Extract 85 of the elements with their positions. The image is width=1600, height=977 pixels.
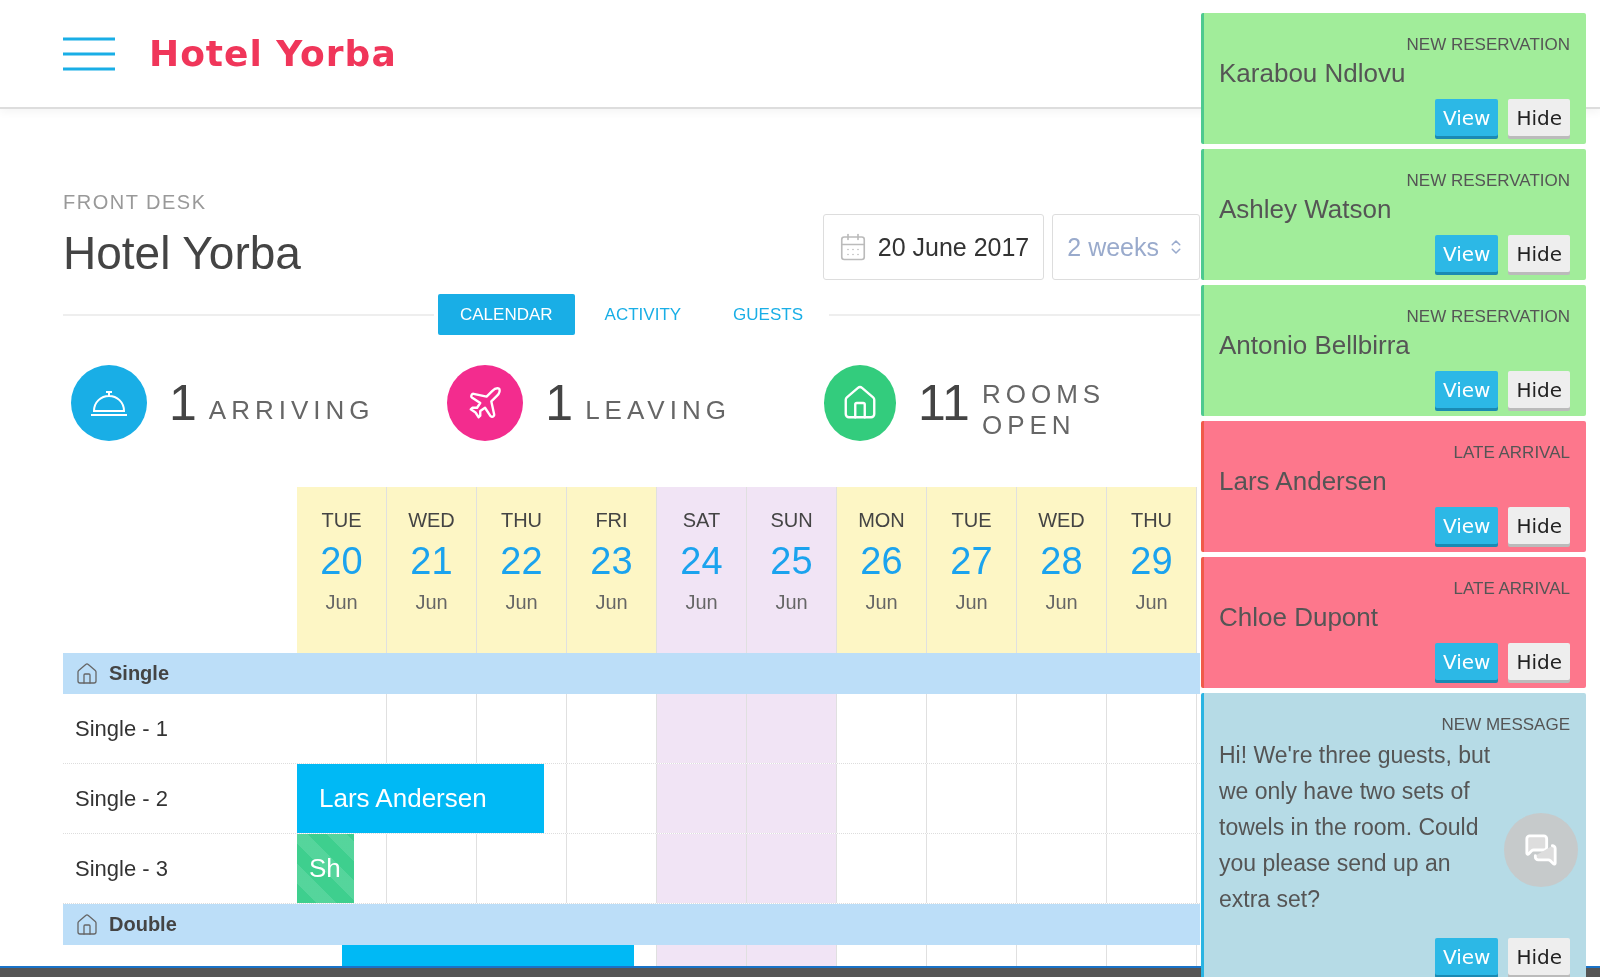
day-number: 23 [590, 540, 633, 583]
day-number: 22 [500, 540, 543, 583]
day-number: 24 [680, 540, 723, 583]
weekday-label: WED [1038, 509, 1085, 532]
month-label: Jun [685, 591, 718, 614]
view-button[interactable]: View [1434, 371, 1499, 408]
weekday-label: SAT [682, 509, 721, 532]
guest-name: Lars Andersen [1219, 465, 1388, 497]
weekday-label: WED [408, 509, 455, 532]
weekday-label: THU [500, 509, 543, 532]
range-select[interactable]: 2 weeks [1052, 214, 1200, 280]
tab[interactable]: ACTIVITY [582, 294, 704, 335]
day-number: 25 [770, 540, 813, 583]
group-name: Single [109, 662, 169, 685]
weekday-label: MON [858, 509, 905, 532]
room-group-bar[interactable]: Single [63, 653, 1200, 694]
house-icon [75, 912, 99, 937]
month-label: Jun [955, 591, 988, 614]
notification-type: LATE ARRIVAL [1453, 579, 1570, 599]
guest-name: Chloe Dupont [1219, 601, 1379, 633]
day-number: 28 [1040, 540, 1083, 583]
page-title: Hotel Yorba [63, 226, 301, 280]
weekday-label: THU [1130, 509, 1173, 532]
day-number: 29 [1130, 540, 1173, 583]
view-button[interactable]: View [1434, 507, 1499, 544]
notification-type: NEW RESERVATION [1406, 35, 1570, 55]
range-value: 2 weeks [1067, 232, 1159, 262]
stat-label: ARRIVING [208, 394, 375, 426]
notification-type: NEW RESERVATION [1406, 307, 1570, 327]
weekday-label: SUN [770, 509, 813, 532]
notification-type: LATE ARRIVAL [1453, 443, 1570, 463]
stat-label: ROOMS OPEN [981, 379, 1107, 441]
hide-button[interactable]: Hide [1508, 643, 1570, 680]
stat-count: 1 [545, 374, 574, 432]
view-button[interactable]: View [1434, 643, 1499, 680]
hide-button[interactable]: Hide [1508, 507, 1570, 544]
stat-label: LEAVING [585, 394, 731, 426]
bell-icon [89, 388, 129, 418]
booking-bar[interactable]: Lars Andersen [297, 764, 544, 833]
weekday-label: TUE [951, 509, 992, 532]
stat-count: 11 [918, 374, 970, 432]
chat-icon [1524, 833, 1558, 867]
hide-button[interactable]: Hide [1508, 371, 1570, 408]
brand-logo[interactable]: Hotel Yorba [149, 33, 397, 74]
month-label: Jun [775, 591, 808, 614]
room-group-bar[interactable]: Double [63, 904, 1200, 945]
room-name: Single - 3 [74, 854, 169, 883]
month-label: Jun [415, 591, 448, 614]
guest-name: Karabou Ndlovu [1219, 57, 1407, 89]
weekday-label: FRI [595, 509, 628, 532]
view-button[interactable]: View [1434, 938, 1499, 975]
menu-icon[interactable] [63, 36, 115, 71]
month-label: Jun [325, 591, 358, 614]
month-label: Jun [595, 591, 628, 614]
month-label: Jun [505, 591, 538, 614]
day-number: 26 [860, 540, 903, 583]
day-number: 20 [320, 540, 363, 583]
room-name: Single - 2 [74, 784, 169, 813]
notification-type: NEW MESSAGE [1441, 715, 1570, 735]
day-number: 27 [950, 540, 993, 583]
notification-type: NEW RESERVATION [1406, 171, 1570, 191]
hide-button[interactable]: Hide [1508, 938, 1570, 975]
tab[interactable]: GUESTS [711, 294, 825, 335]
booking-bar[interactable]: Sh [297, 834, 354, 903]
date-value: 20 June 2017 [877, 232, 1030, 262]
message-text: Hi! We're three guests, but we only have two sets of towels in the room. Could you please send up an extra set? [1219, 741, 1492, 914]
month-label: Jun [1135, 591, 1168, 614]
stat-count: 1 [169, 374, 197, 432]
guest-name: Antonio Bellbirra [1219, 329, 1411, 361]
day-number: 21 [410, 540, 453, 583]
group-name: Double [109, 913, 177, 936]
month-label: Jun [1045, 591, 1078, 614]
hide-button[interactable]: Hide [1508, 99, 1570, 136]
date-field[interactable]: 20 June 2017 [822, 214, 1045, 280]
house-icon [75, 661, 99, 686]
tab[interactable]: CALENDAR [438, 294, 575, 335]
weekday-label: TUE [321, 509, 362, 532]
hide-button[interactable]: Hide [1508, 235, 1570, 272]
booking-bar[interactable] [342, 945, 634, 967]
month-label: Jun [865, 591, 898, 614]
view-button[interactable]: View [1434, 235, 1499, 272]
view-button[interactable]: View [1434, 99, 1499, 136]
page-eyebrow: FRONT DESK [63, 191, 208, 214]
guest-name: Ashley Watson [1219, 193, 1393, 225]
room-name: Single - 1 [74, 714, 169, 743]
